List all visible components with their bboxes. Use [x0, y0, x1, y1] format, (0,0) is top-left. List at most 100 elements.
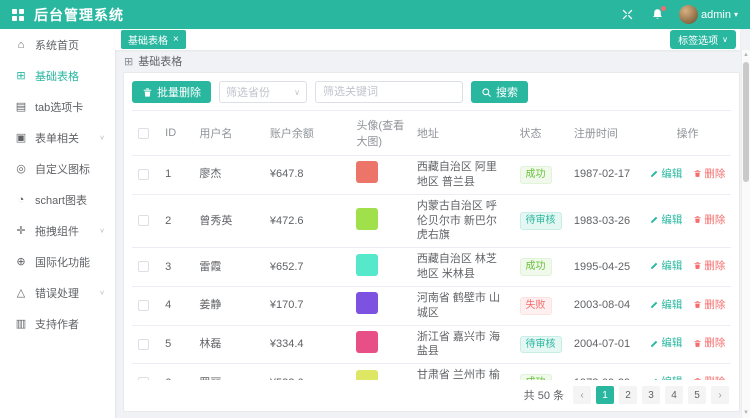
sidebar-item-icon: ⌂ [14, 39, 28, 51]
sidebar-item[interactable]: ⊞ 基础表格 [0, 60, 115, 91]
bell-icon[interactable] [649, 7, 665, 23]
pagination: 共 50 条 ‹ 12345 › [124, 380, 739, 411]
menu-grid-icon[interactable] [12, 9, 24, 21]
keyword-search-input[interactable] [315, 81, 463, 103]
page-number-button[interactable]: 4 [665, 386, 683, 404]
col-header-status: 状态 [514, 111, 568, 156]
table-row: 2 曾秀英 ¥472.6 内蒙古自治区 呼伦贝尔市 新巴尔虎右旗 待审核 198… [132, 194, 731, 248]
cell-address: 内蒙古自治区 呼伦贝尔市 新巴尔虎右旗 [411, 194, 514, 248]
breadcrumb-label: 基础表格 [138, 53, 182, 69]
avatar-image[interactable] [356, 331, 378, 353]
table-row: 5 林磊 ¥334.4 浙江省 嘉兴市 海盐县 待审核 2004-07-01 [132, 325, 731, 364]
select-all-checkbox[interactable] [138, 128, 149, 139]
avatar-image[interactable] [356, 292, 378, 314]
data-table: ID 用户名 账户余额 头像(查看大图) 地址 状态 注册时间 操作 [132, 110, 731, 380]
username: admin [701, 9, 731, 21]
data-table-wrapper: ID 用户名 账户余额 头像(查看大图) 地址 状态 注册时间 操作 [124, 110, 739, 380]
cell-id: 4 [159, 286, 193, 325]
sidebar-item-icon: ◎ [14, 162, 28, 175]
sidebar-item[interactable]: ◔ schart图表 [0, 184, 115, 215]
batch-delete-button[interactable]: 批量删除 [132, 81, 211, 103]
sidebar-item[interactable]: ▣ 表单相关 ∨ [0, 122, 115, 153]
table-row: 4 姜静 ¥170.7 河南省 鹤壁市 山城区 失败 2003-08-04 [132, 286, 731, 325]
edit-button[interactable]: 编辑 [650, 259, 682, 273]
cell-username: 姜静 [193, 286, 263, 325]
sidebar-item[interactable]: ▤ tab选项卡 [0, 91, 115, 122]
vertical-scrollbar[interactable]: ▲ ▼ [741, 50, 750, 418]
table-row: 6 罗丽 ¥522.6 甘肃省 兰州市 榆中县 成功 1973-09-29 [132, 364, 731, 380]
cell-date: 2004-07-01 [568, 325, 645, 364]
chevron-down-icon: ▾ [734, 10, 738, 19]
select-placeholder: 筛选省份 [226, 84, 294, 100]
prev-page-button[interactable]: ‹ [573, 386, 591, 404]
sidebar-item[interactable]: ⌂ 系统首页 [0, 29, 115, 60]
delete-button[interactable]: 删除 [693, 336, 725, 350]
avatar-image[interactable] [356, 161, 378, 183]
page-number-button[interactable]: 3 [642, 386, 660, 404]
tab-bar: 基础表格 × 标签选项 ∨ [115, 29, 740, 50]
tab-basic-table[interactable]: 基础表格 × [121, 30, 186, 49]
edit-button[interactable]: 编辑 [650, 213, 682, 227]
page-number-button[interactable]: 5 [688, 386, 706, 404]
scrollbar-thumb[interactable] [743, 62, 749, 182]
next-page-button[interactable]: › [711, 386, 729, 404]
delete-button[interactable]: 删除 [693, 259, 725, 273]
delete-button[interactable]: 删除 [693, 298, 725, 312]
avatar-image[interactable] [356, 254, 378, 276]
scrollbar-track[interactable] [742, 60, 750, 408]
sidebar-item[interactable]: ◎ 自定义图标 [0, 153, 115, 184]
sidebar-item[interactable]: ▥ 支持作者 [0, 308, 115, 339]
row-checkbox[interactable] [138, 215, 149, 226]
sidebar-item-label: 基础表格 [35, 68, 105, 84]
table-row: 3 雷霞 ¥652.7 西藏自治区 林芝地区 米林县 成功 1995-04-25 [132, 248, 731, 287]
tab-options-button[interactable]: 标签选项 ∨ [670, 30, 736, 49]
total-count: 共 50 条 [524, 387, 564, 403]
content-area: 基础表格 × 标签选项 ∨ ⊞ 基础表格 批量删除 [115, 29, 750, 418]
edit-button[interactable]: 编辑 [650, 298, 682, 312]
cell-username: 曾秀英 [193, 194, 263, 248]
row-checkbox[interactable] [138, 339, 149, 350]
sidebar-item[interactable]: △ 错误处理 ∨ [0, 277, 115, 308]
chevron-down-icon: ∨ [294, 88, 300, 97]
cell-address: 西藏自治区 林芝地区 米林县 [411, 248, 514, 287]
delete-button[interactable]: 删除 [693, 213, 725, 227]
sidebar-item-label: 国际化功能 [35, 254, 105, 270]
cell-date: 2003-08-04 [568, 286, 645, 325]
col-header-address: 地址 [411, 111, 514, 156]
search-button[interactable]: 搜索 [471, 81, 528, 103]
top-header: 后台管理系统 admin ▾ [0, 0, 750, 29]
cell-id: 5 [159, 325, 193, 364]
scroll-up-icon[interactable]: ▲ [743, 50, 749, 60]
page-number-button[interactable]: 1 [596, 386, 614, 404]
sidebar-item-label: 支持作者 [35, 316, 105, 332]
cell-date: 1987-02-17 [568, 156, 645, 195]
row-checkbox[interactable] [138, 169, 149, 180]
edit-button[interactable]: 编辑 [650, 336, 682, 350]
status-badge: 待审核 [520, 336, 562, 354]
row-checkbox[interactable] [138, 300, 149, 311]
cell-address: 西藏自治区 阿里地区 普兰县 [411, 156, 514, 195]
app-window: 后台管理系统 admin ▾ ⌂ 系统首页 [0, 0, 750, 418]
cell-address: 甘肃省 兰州市 榆中县 [411, 364, 514, 380]
row-checkbox[interactable] [138, 261, 149, 272]
sidebar-item[interactable]: ⊕ 国际化功能 [0, 246, 115, 277]
close-icon[interactable]: × [173, 35, 179, 45]
province-filter-select[interactable]: 筛选省份 ∨ [219, 81, 307, 103]
user-menu[interactable]: admin ▾ [679, 5, 738, 24]
app-title: 后台管理系统 [34, 5, 124, 25]
scroll-down-icon[interactable]: ▼ [743, 408, 749, 418]
sidebar-item-label: schart图表 [35, 192, 105, 208]
fullscreen-icon[interactable] [619, 7, 635, 23]
sidebar: ⌂ 系统首页 ⊞ 基础表格 ▤ tab选项卡 ▣ [0, 29, 115, 418]
sidebar-item[interactable]: ✛ 拖拽组件 ∨ [0, 215, 115, 246]
delete-button[interactable]: 删除 [693, 167, 725, 181]
page-number-button[interactable]: 2 [619, 386, 637, 404]
edit-button[interactable]: 编辑 [650, 167, 682, 181]
avatar-image[interactable] [356, 370, 378, 380]
sidebar-item-icon: ✛ [14, 224, 28, 237]
cell-username: 罗丽 [193, 364, 263, 380]
avatar-image[interactable] [356, 208, 378, 230]
sidebar-item-icon: ▤ [14, 100, 28, 113]
cell-date: 1973-09-29 [568, 364, 645, 380]
sidebar-item-icon: ⊞ [14, 69, 28, 82]
